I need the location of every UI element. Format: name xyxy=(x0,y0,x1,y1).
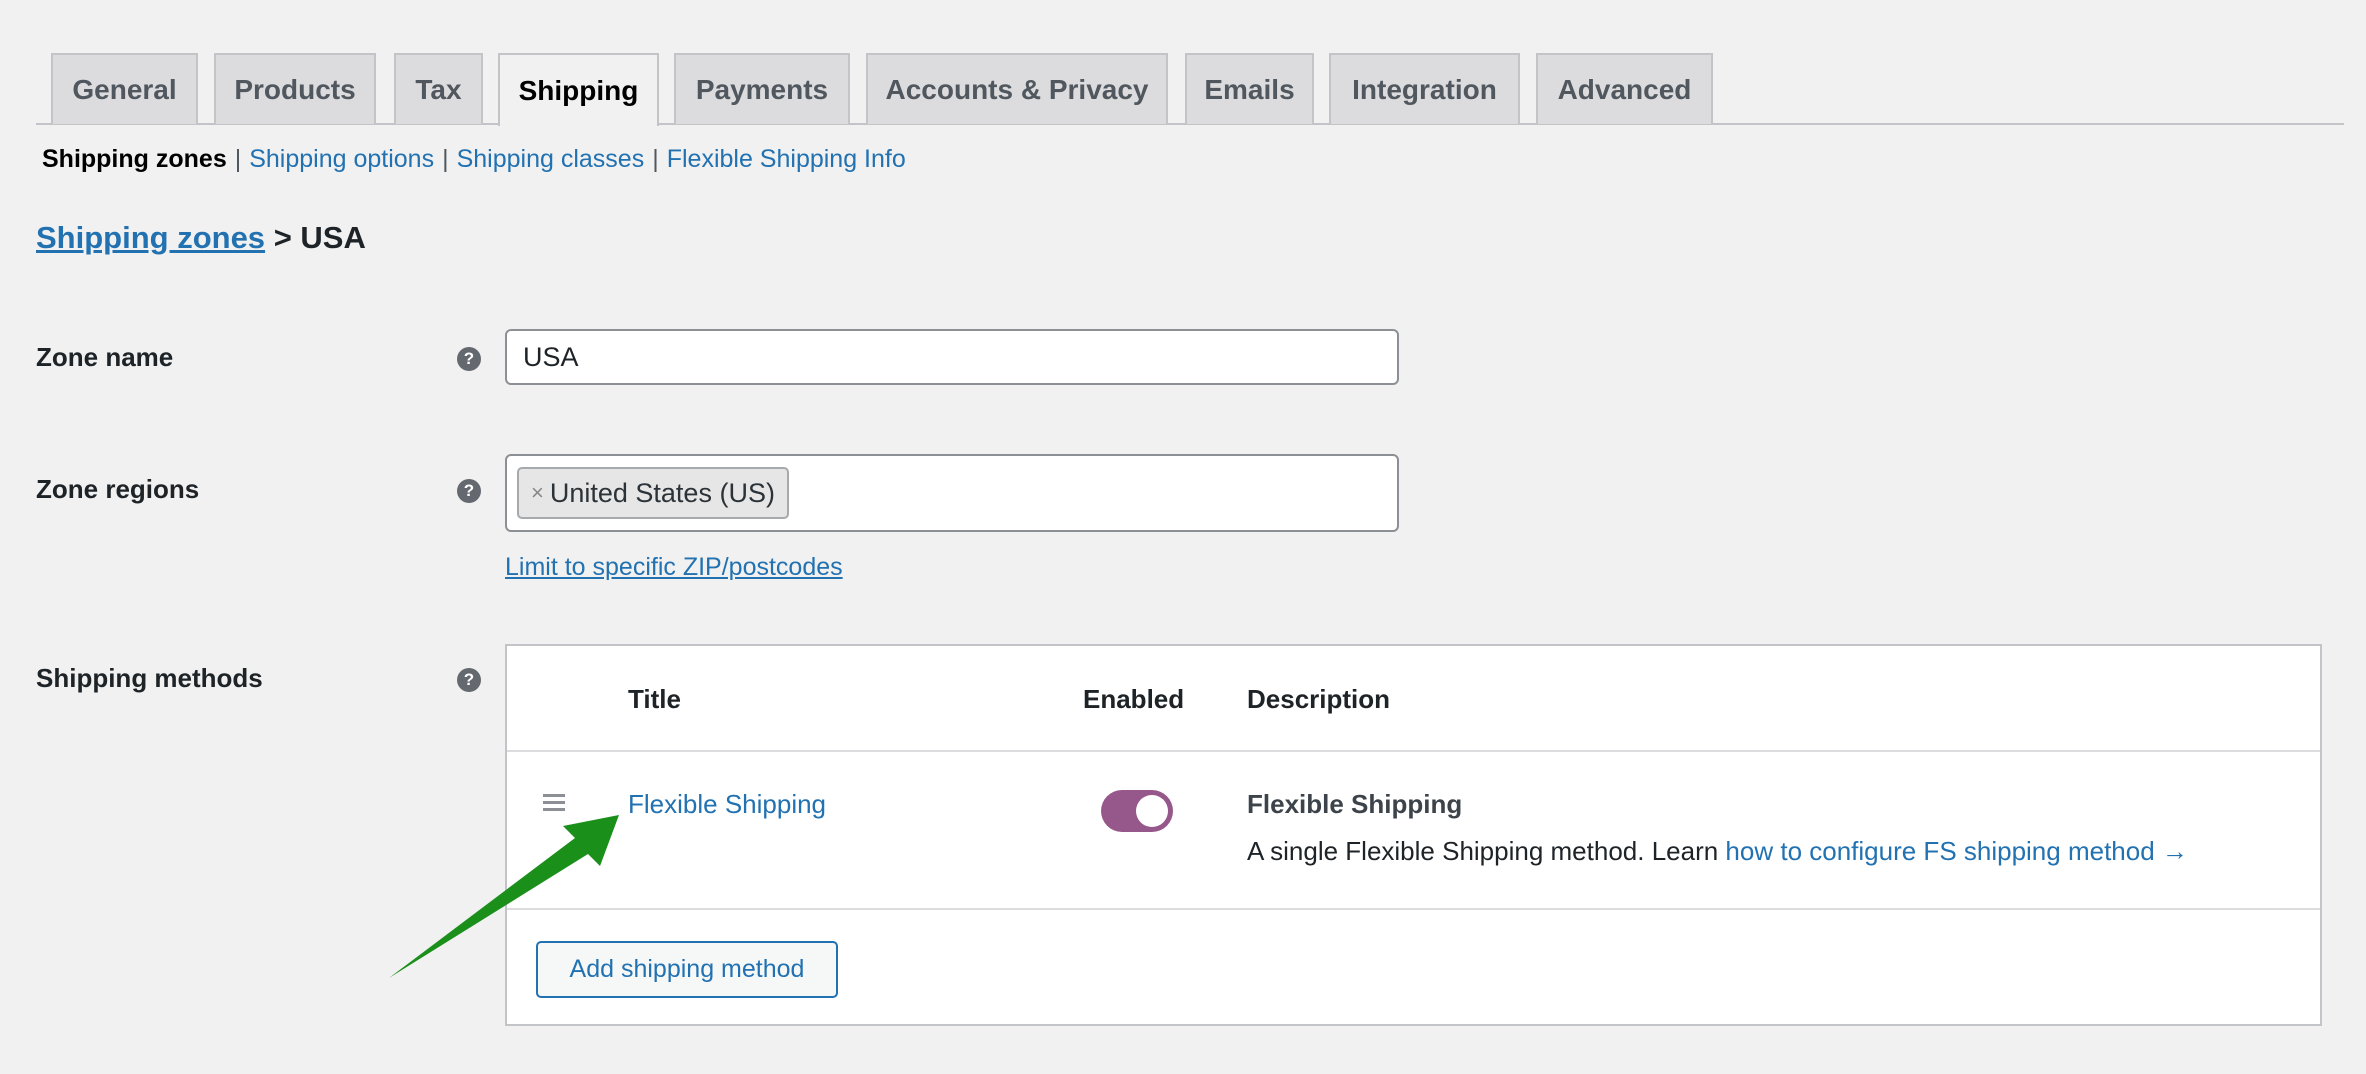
arrow-shape xyxy=(389,815,619,978)
annotation-arrow-icon xyxy=(389,815,619,978)
